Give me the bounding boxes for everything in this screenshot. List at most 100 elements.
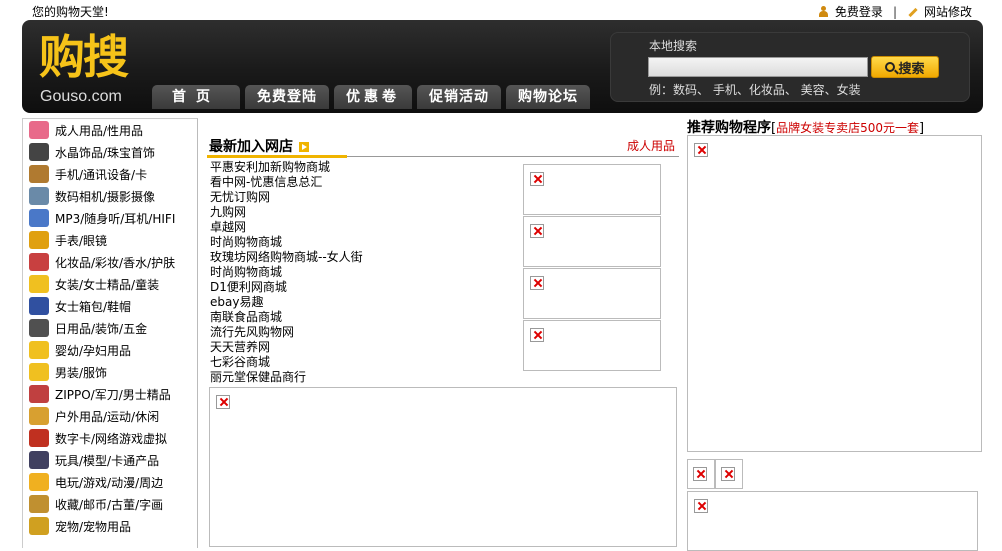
shop-thumbnail[interactable] (523, 216, 661, 267)
shop-link[interactable]: 玫瑰坊网络购物商城--女人街 (210, 250, 510, 265)
category-label: 手表/眼镜 (55, 233, 108, 248)
category-sidebar: 成人用品/性用品水晶饰品/珠宝首饰 手机/通讯设备/卡 数码相机/摄影摄像 MP3/随… (22, 118, 198, 548)
section-more-link[interactable]: 成人用品 (627, 137, 675, 154)
recommend-link[interactable]: 品牌女装专卖店500元一套 (776, 121, 919, 135)
sidebar-category-item[interactable]: MP3/随身听/耳机/HIFI (23, 207, 197, 229)
sidebar-category-item[interactable]: 化妆品/彩妆/香水/护肤 (23, 251, 197, 273)
sidebar-category-item[interactable]: ZIPPO/军刀/男士精品 (23, 383, 197, 405)
shop-link[interactable]: 七彩谷商城 (210, 355, 510, 370)
site-edit-link[interactable]: 网站修改 (924, 3, 972, 20)
shop-link[interactable]: 丽元堂保健品商行 (210, 370, 510, 385)
category-label: 数码相机/摄影摄像 (55, 189, 156, 204)
shop-link[interactable]: ebay易趣 (210, 295, 510, 310)
sidebar-category-item[interactable]: 男装/服饰 (23, 361, 197, 383)
category-icon (29, 429, 49, 447)
nav-coupons[interactable]: 优惠卷 (334, 85, 412, 109)
sidebar-category-item[interactable]: 女装/女士精品/童装 (23, 273, 197, 295)
broken-image-icon (530, 276, 544, 290)
category-icon (29, 275, 49, 293)
category-icon (29, 121, 49, 139)
category-icon (29, 253, 49, 271)
broken-image-icon (694, 143, 708, 157)
nav-forum[interactable]: 购物论坛 (506, 85, 590, 109)
category-icon (29, 473, 49, 491)
search-icon (885, 62, 896, 72)
sidebar-category-item[interactable]: 数码相机/摄影摄像 (23, 185, 197, 207)
shop-link[interactable]: 南联食品商城 (210, 310, 510, 325)
welcome-text: 您的购物天堂! (32, 5, 109, 19)
broken-image-icon (694, 499, 708, 513)
sidebar-category-item[interactable]: 日用品/装饰/五金 (23, 317, 197, 339)
free-login-link[interactable]: 免费登录 (835, 3, 883, 20)
search-button-label: 搜索 (898, 61, 925, 77)
pencil-icon (907, 7, 917, 17)
shop-link[interactable]: 天天营养网 (210, 340, 510, 355)
sidebar-category-item[interactable]: 户外用品/运动/休闲 (23, 405, 197, 427)
sidebar-category-item[interactable]: 玩具/模型/卡通产品 (23, 449, 197, 471)
search-input[interactable] (648, 57, 868, 77)
shop-link[interactable]: D1便利网商城 (210, 280, 510, 295)
category-icon (29, 495, 49, 513)
small-ad-image[interactable] (687, 459, 715, 489)
category-icon (29, 187, 49, 205)
shop-thumbnail[interactable] (523, 320, 661, 371)
banner-image[interactable] (209, 387, 677, 547)
sidebar-category-item[interactable]: 水晶饰品/珠宝首饰 (23, 141, 197, 163)
broken-image-icon (530, 328, 544, 342)
ad-image[interactable] (687, 491, 978, 551)
sidebar-category-item[interactable]: 数字卡/网络游戏虚拟 (23, 427, 197, 449)
category-icon (29, 297, 49, 315)
category-label: 男装/服饰 (55, 365, 108, 380)
sidebar-category-item[interactable]: 手表/眼镜 (23, 229, 197, 251)
category-icon (29, 363, 49, 381)
shop-link[interactable]: 无忧订购网 (210, 190, 510, 205)
nav-home[interactable]: 首页 (152, 85, 240, 109)
broken-image-icon (721, 467, 735, 481)
shop-thumbnails (523, 164, 661, 372)
broken-image-icon (530, 172, 544, 186)
category-label: 手机/通讯设备/卡 (55, 167, 148, 182)
category-icon (29, 341, 49, 359)
shop-link[interactable]: 时尚购物商城 (210, 265, 510, 280)
category-label: 化妆品/彩妆/香水/护肤 (55, 255, 176, 270)
bracket-close: ] (918, 121, 925, 136)
recommend-title: 推荐购物程序 (687, 120, 771, 136)
sidebar-category-item[interactable]: 收藏/邮币/古董/字画 (23, 493, 197, 515)
shop-link[interactable]: 平惠安利加新购物商城 (210, 160, 510, 175)
category-label: 女士箱包/鞋帽 (55, 299, 132, 314)
sidebar-category-item[interactable]: 成人用品/性用品 (23, 119, 197, 141)
shop-link[interactable]: 看中网-忧惠信息总汇 (210, 175, 510, 190)
logo[interactable]: 购搜 (39, 30, 129, 84)
search-button[interactable]: 搜索 (871, 56, 939, 78)
category-label: 女装/女士精品/童装 (55, 277, 160, 292)
category-label: 水晶饰品/珠宝首饰 (55, 145, 156, 160)
sidebar-category-item[interactable]: 手机/通讯设备/卡 (23, 163, 197, 185)
search-panel: 本地搜索 搜索 例：数码、 手机、化妆品、 美容、女装 (610, 32, 970, 102)
shop-thumbnail[interactable] (523, 164, 661, 215)
category-icon (29, 517, 49, 535)
broken-image-icon (216, 395, 230, 409)
top-links: 免费登录 | 网站修改 (818, 3, 972, 20)
nav-promotions[interactable]: 促销活动 (417, 85, 501, 109)
broken-image-icon (530, 224, 544, 238)
shop-link[interactable]: 时尚购物商城 (210, 235, 510, 250)
sidebar-category-item[interactable]: 女士箱包/鞋帽 (23, 295, 197, 317)
small-ad-image[interactable] (715, 459, 743, 489)
category-icon (29, 407, 49, 425)
sidebar-category-item[interactable]: 婴幼/孕妇用品 (23, 339, 197, 361)
sidebar-category-item[interactable]: 电玩/游戏/动漫/周边 (23, 471, 197, 493)
shop-link[interactable]: 流行先风购物网 (210, 325, 510, 340)
category-icon (29, 385, 49, 403)
sidebar-category-item[interactable]: 宠物/宠物用品 (23, 515, 197, 537)
category-icon (29, 319, 49, 337)
recommend-image[interactable] (687, 135, 982, 452)
category-icon (29, 143, 49, 161)
category-label: 户外用品/运动/休闲 (55, 409, 160, 424)
shop-link[interactable]: 卓越网 (210, 220, 510, 235)
category-label: ZIPPO/军刀/男士精品 (55, 387, 171, 402)
search-hint: 例：数码、 手机、化妆品、 美容、女装 (649, 83, 861, 97)
section-underline (207, 155, 347, 158)
nav-free-register[interactable]: 免费登陆 (245, 85, 329, 109)
shop-link[interactable]: 九购网 (210, 205, 510, 220)
shop-thumbnail[interactable] (523, 268, 661, 319)
